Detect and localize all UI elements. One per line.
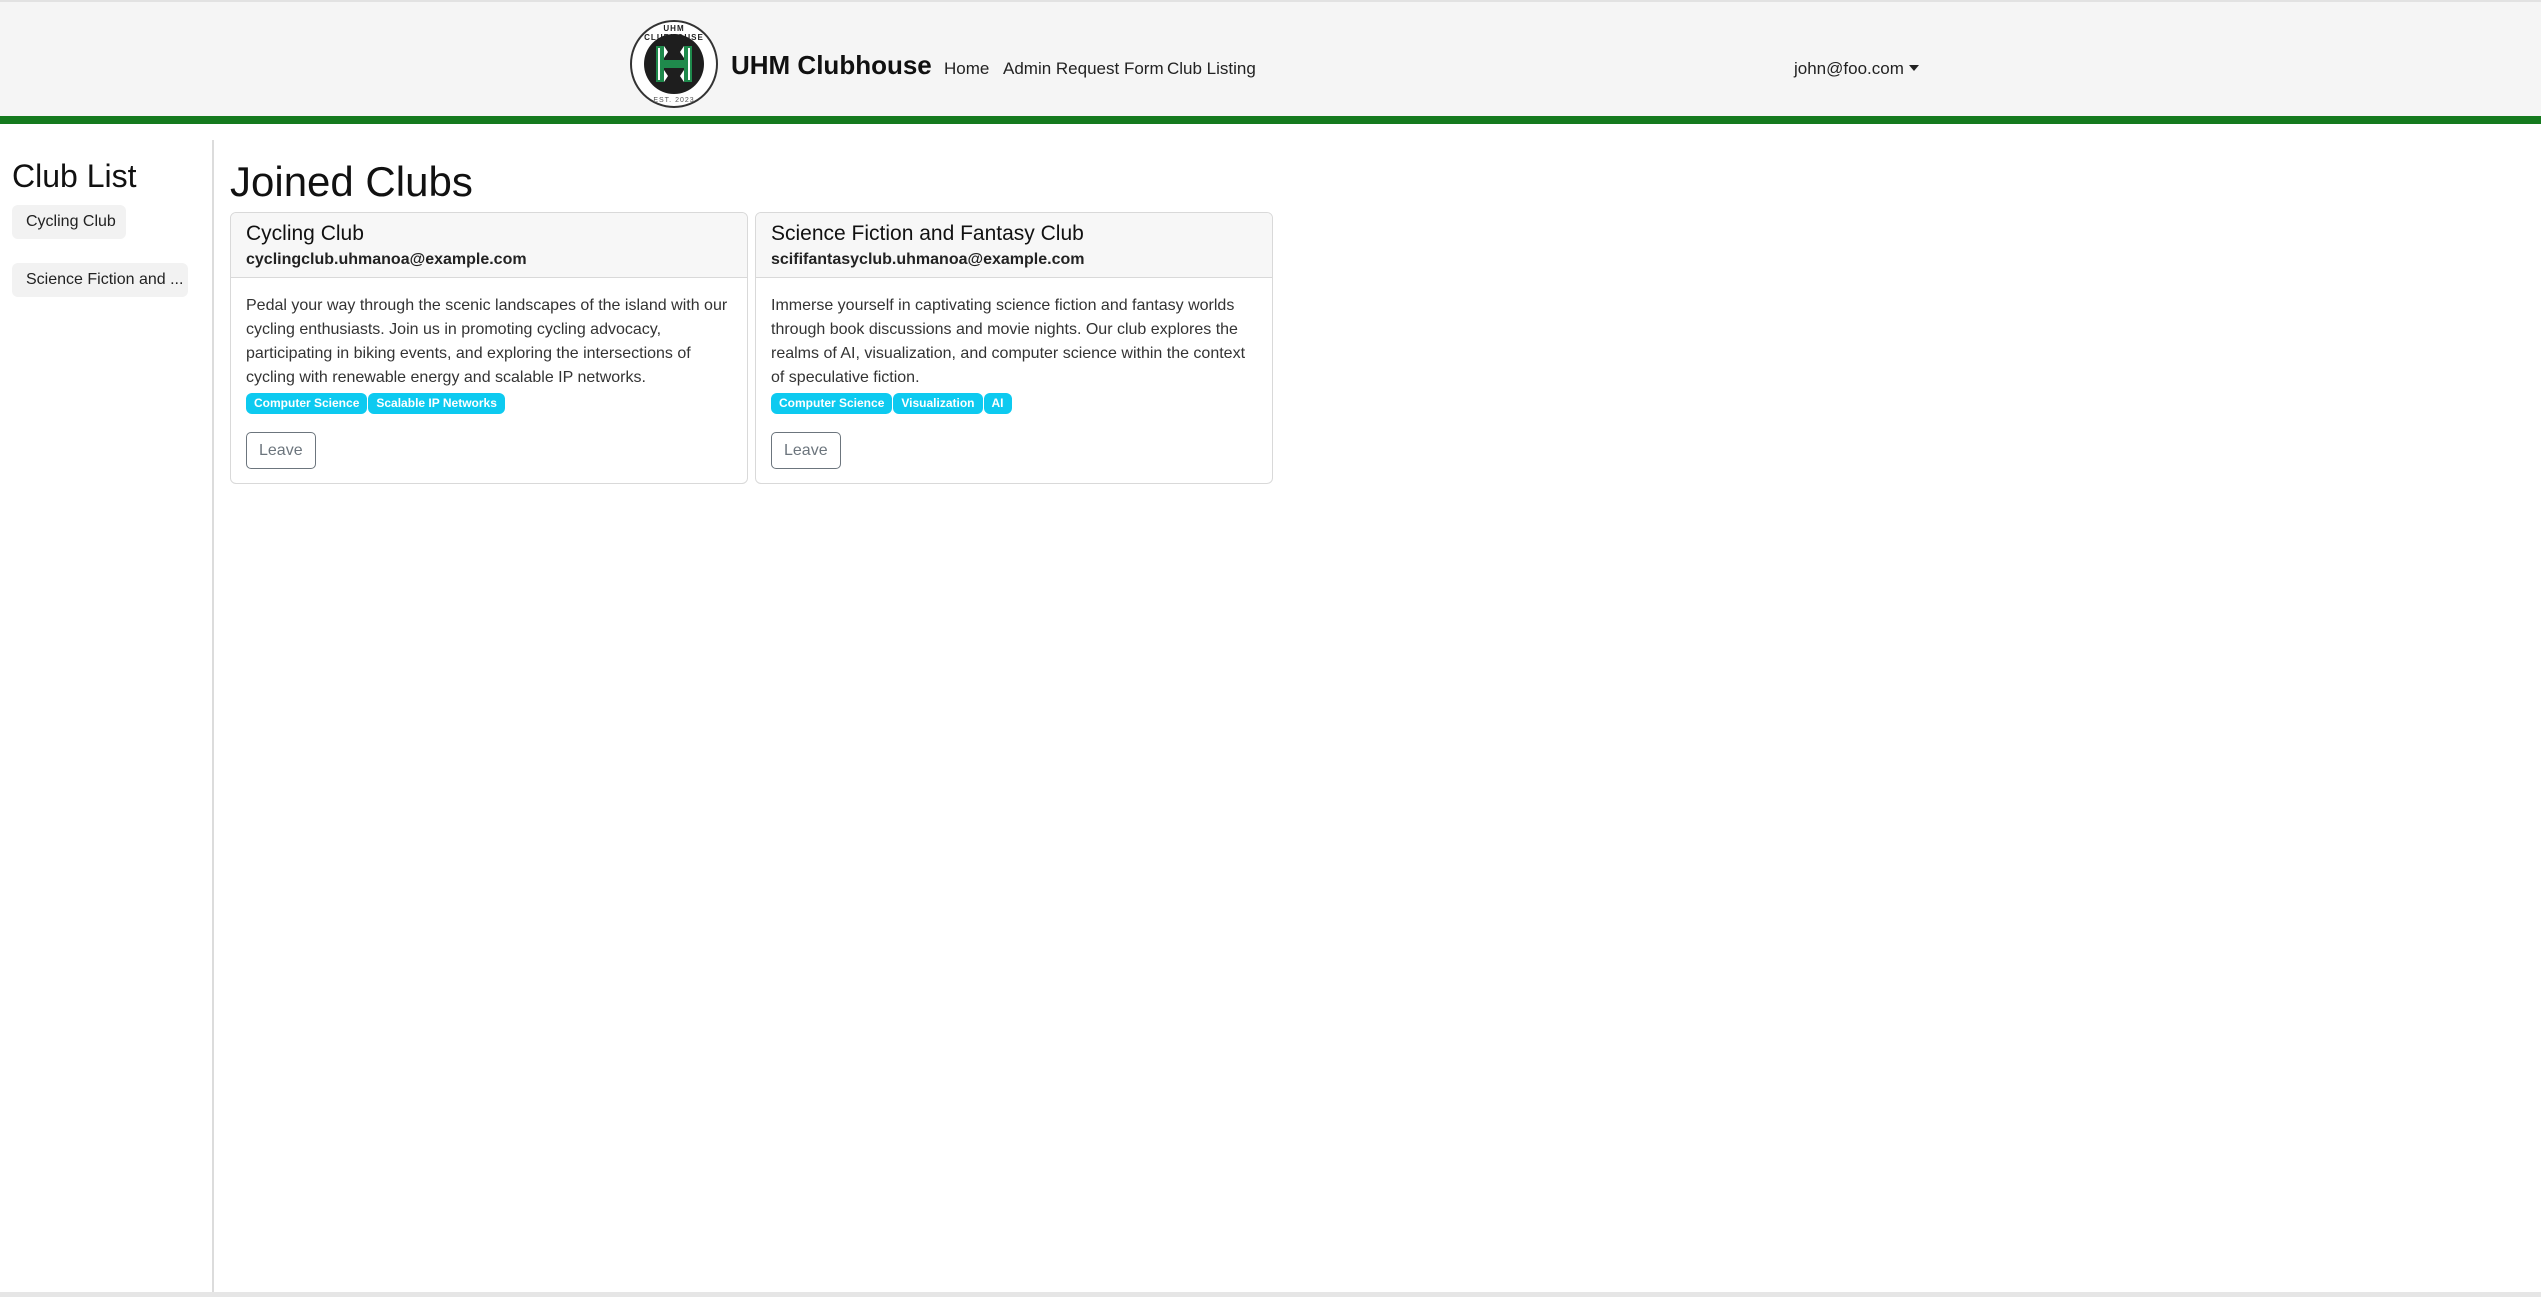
club-email: cyclingclub.uhmanoa@example.com xyxy=(246,251,527,268)
tag-list: Computer Science Scalable IP Networks xyxy=(246,393,732,415)
club-description: Immerse yourself in captivating science … xyxy=(771,297,1246,386)
club-email: scififantasyclub.uhmanoa@example.com xyxy=(771,251,1085,268)
card-header: Cycling Club cyclingclub.uhmanoa@example… xyxy=(231,213,747,278)
user-email: john@foo.com xyxy=(1794,59,1904,78)
leave-button[interactable]: Leave xyxy=(246,432,316,469)
club-card-cycling: Cycling Club cyclingclub.uhmanoa@example… xyxy=(230,212,748,484)
page-title: Joined Clubs xyxy=(230,158,473,205)
logo-emblem xyxy=(644,34,704,94)
sidebar-title: Club List xyxy=(12,158,137,194)
tag-badge: AI xyxy=(983,393,1012,414)
tag-list: Computer Science Visualization AI xyxy=(771,393,1257,415)
bottom-edge xyxy=(0,1292,2541,1297)
tag-badge: Computer Science xyxy=(246,393,368,414)
h-emblem-icon xyxy=(656,46,692,82)
tag-badge: Scalable IP Networks xyxy=(368,393,505,414)
card-body: Pedal your way through the scenic landsc… xyxy=(231,278,747,469)
nav-admin-request-form[interactable]: Admin Request Form xyxy=(1003,59,1164,79)
card-body: Immerse yourself in captivating science … xyxy=(756,278,1272,469)
sidebar: Club List Cycling Club Science Fiction a… xyxy=(0,140,214,1292)
nav-home[interactable]: Home xyxy=(944,59,989,79)
user-dropdown[interactable]: john@foo.com xyxy=(1794,59,1919,79)
nav-club-listing[interactable]: Club Listing xyxy=(1167,59,1256,79)
leave-button[interactable]: Leave xyxy=(771,432,841,469)
club-name: Science Fiction and Fantasy Club xyxy=(771,222,1084,245)
logo-bottom-text: EST. 2023 xyxy=(653,97,695,104)
caret-down-icon xyxy=(1908,65,1919,71)
club-description: Pedal your way through the scenic landsc… xyxy=(246,297,728,386)
brand-logo[interactable]: UHM CLUBHOUSE EST. 2023 xyxy=(630,20,718,108)
club-card-scifi: Science Fiction and Fantasy Club scififa… xyxy=(755,212,1273,484)
tag-badge: Computer Science xyxy=(771,393,893,414)
club-name: Cycling Club xyxy=(246,222,364,245)
tag-badge: Visualization xyxy=(893,393,983,414)
brand-title[interactable]: UHM Clubhouse xyxy=(731,50,932,81)
card-header: Science Fiction and Fantasy Club scififa… xyxy=(756,213,1272,278)
sidebar-item-science-fiction[interactable]: Science Fiction and ... xyxy=(12,263,188,297)
top-navbar: UHM CLUBHOUSE EST. 2023 UHM Clubhouse Ho… xyxy=(0,0,2541,124)
sidebar-item-cycling-club[interactable]: Cycling Club xyxy=(12,205,126,239)
